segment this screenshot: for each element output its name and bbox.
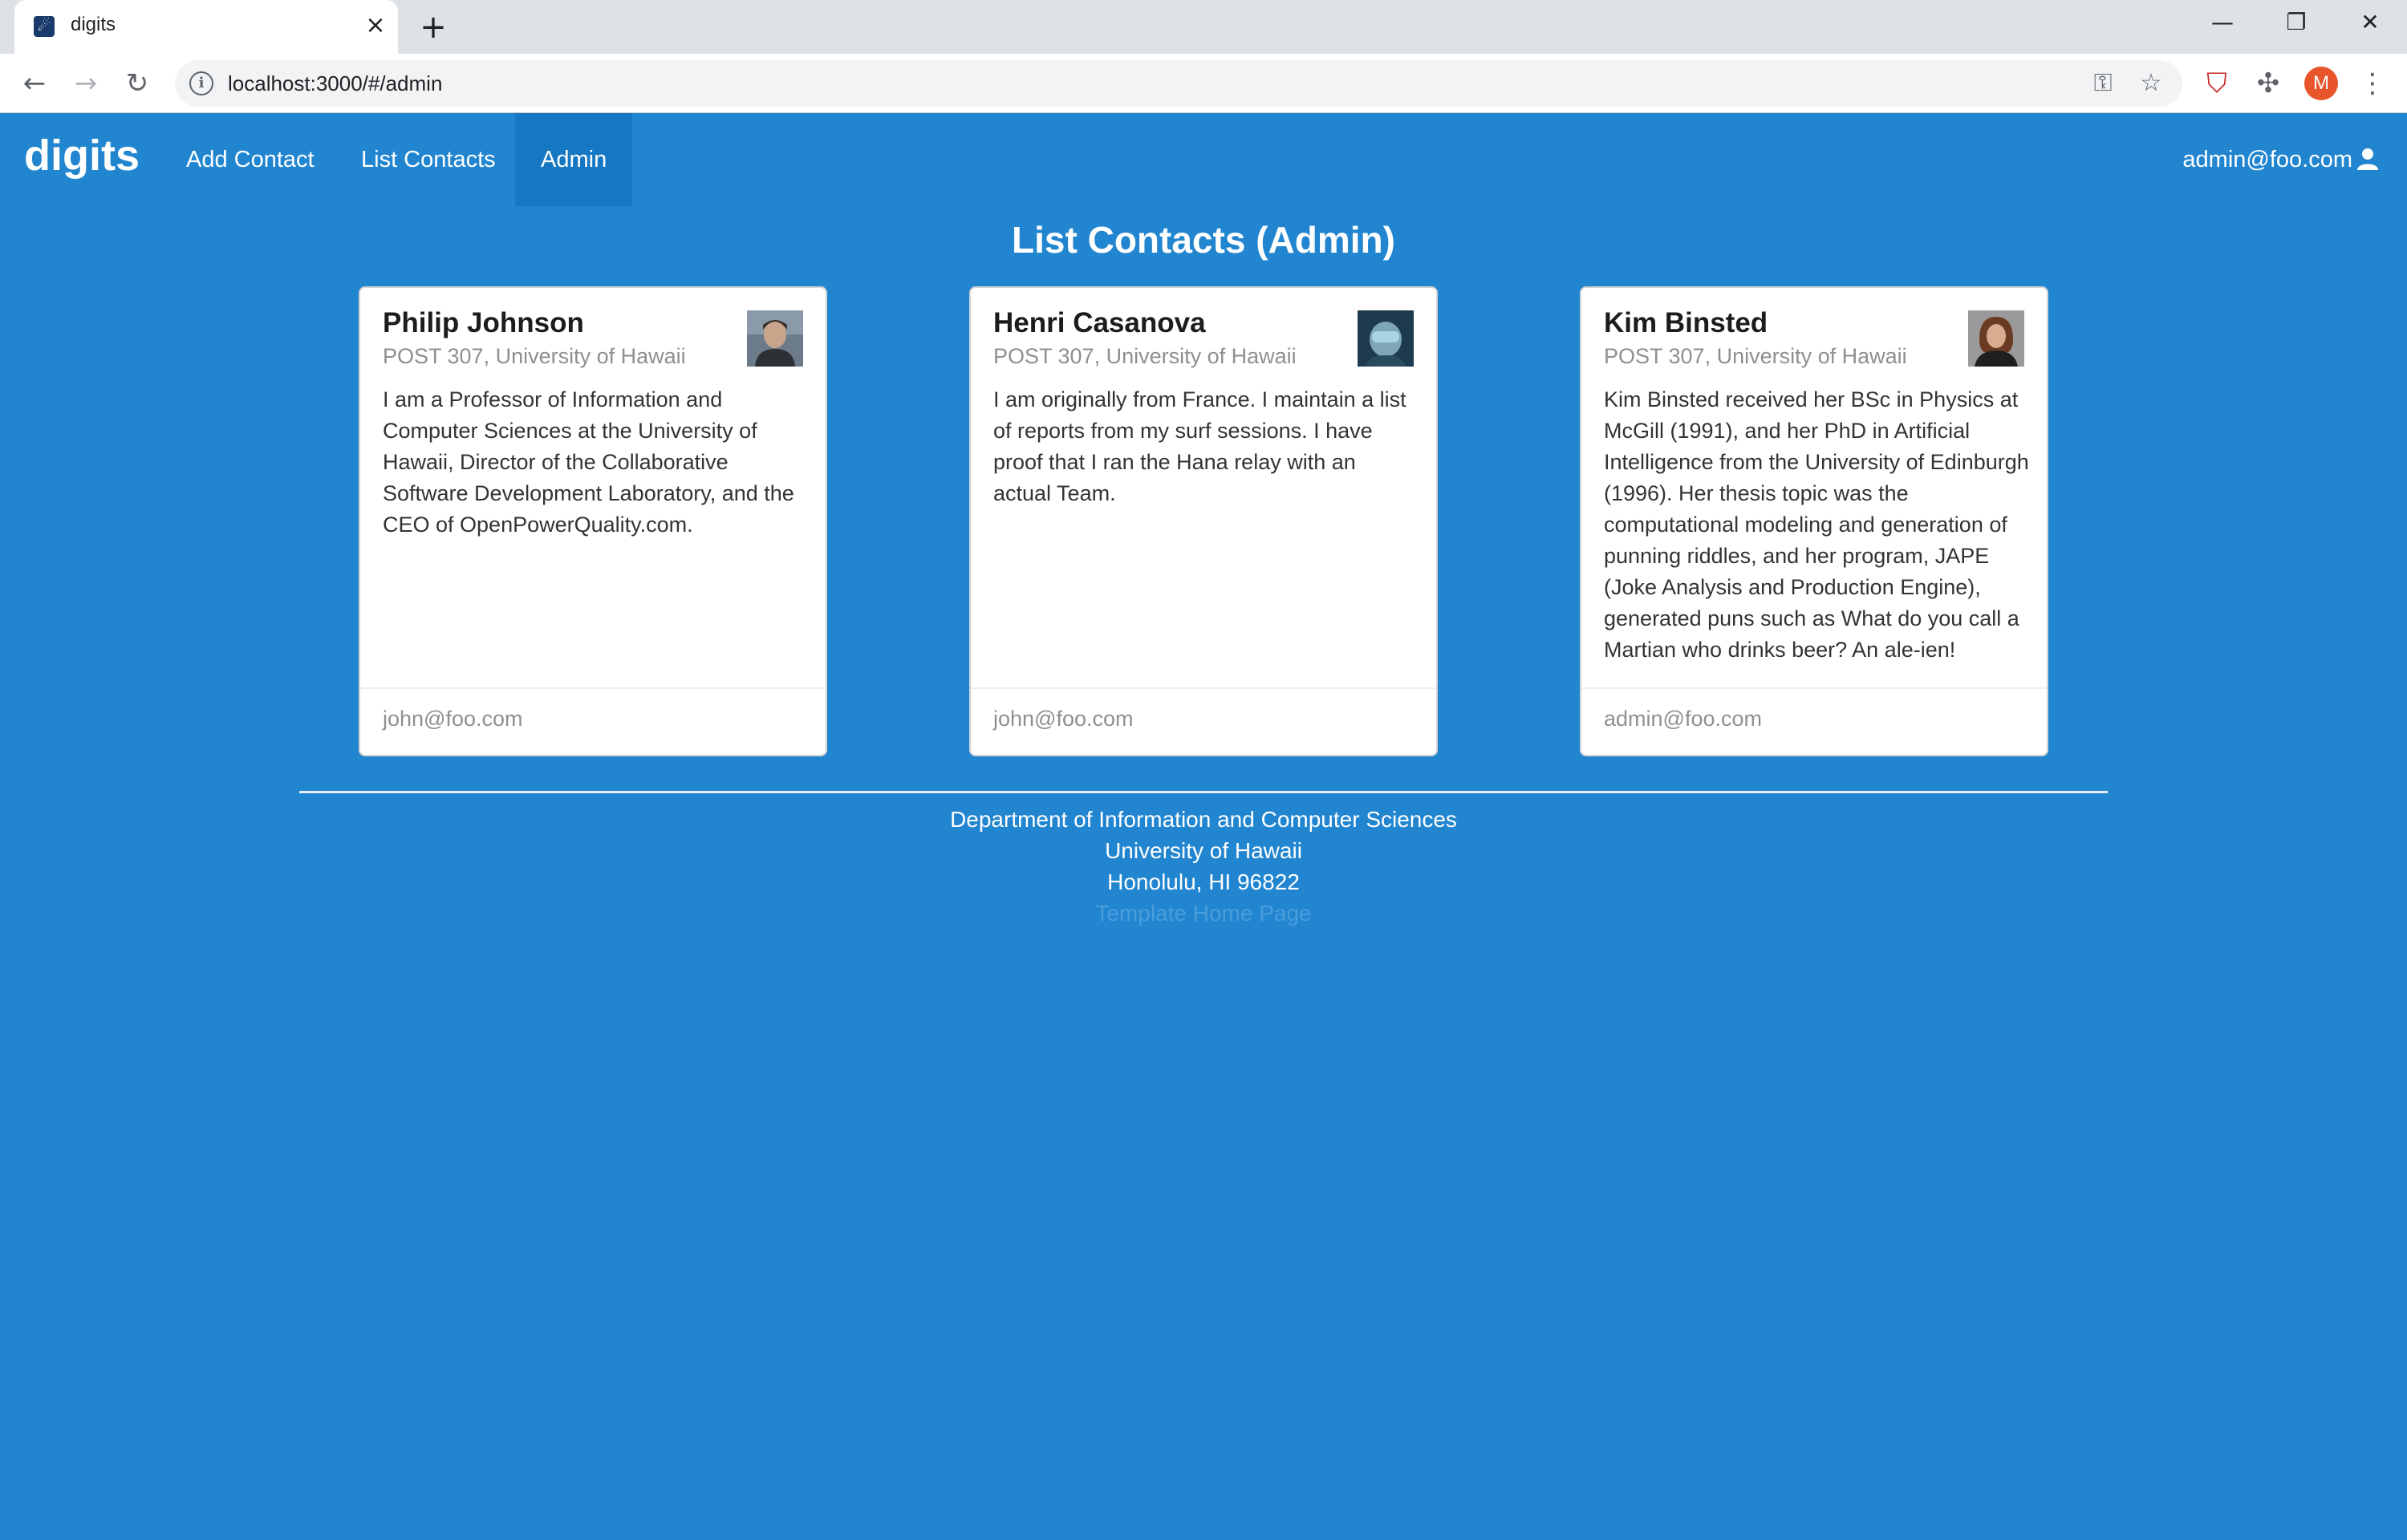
- menu-kebab-icon[interactable]: ⋮: [2354, 65, 2391, 102]
- contact-photo: [1968, 310, 2024, 367]
- url-text[interactable]: localhost:3000/#/admin: [228, 71, 442, 96]
- footer-university: University of Hawaii: [1105, 838, 1302, 863]
- contact-description: Kim Binsted received her BSc in Physics …: [1604, 387, 2029, 662]
- close-tab-icon[interactable]: ×: [359, 10, 392, 42]
- contact-address: POST 307, University of Hawaii: [383, 344, 686, 368]
- contact-name: Kim Binsted: [1604, 307, 1768, 338]
- browser-tab-bar: ☄ digits × + — ❐ ✕: [0, 0, 2407, 54]
- user-email: admin@foo.com: [2182, 147, 2352, 172]
- card-footer: john@foo.com: [360, 687, 826, 755]
- close-window-button[interactable]: ✕: [2348, 5, 2393, 40]
- contact-photo: [1358, 310, 1414, 367]
- footer-address: Honolulu, HI 96822: [1107, 869, 1300, 894]
- browser-toolbar: ← → ↻ i localhost:3000/#/admin ⚿ ☆ ⛉ ✣ M…: [0, 54, 2407, 113]
- page-footer: Department of Information and Computer S…: [0, 804, 2407, 929]
- tab-title: digits: [71, 14, 116, 35]
- restore-button[interactable]: ❐: [2274, 5, 2319, 40]
- contact-card: Henri Casanova POST 307, University of H…: [969, 286, 1438, 756]
- contact-card: Philip Johnson POST 307, University of H…: [359, 286, 827, 756]
- nav-add-contact[interactable]: Add Contact: [160, 113, 340, 206]
- contact-photo: [747, 310, 803, 367]
- card-footer: john@foo.com: [971, 687, 1436, 755]
- contact-owner: john@foo.com: [383, 707, 523, 731]
- star-icon[interactable]: ☆: [2134, 67, 2168, 100]
- user-menu[interactable]: admin@foo.com: [2182, 113, 2380, 206]
- brand-logo[interactable]: digits: [24, 131, 140, 180]
- contact-address: POST 307, University of Hawaii: [993, 344, 1297, 368]
- contact-owner: john@foo.com: [993, 707, 1134, 731]
- contact-address: POST 307, University of Hawaii: [1604, 344, 1907, 368]
- user-icon: [2357, 148, 2378, 171]
- contact-name: Henri Casanova: [993, 307, 1206, 338]
- contact-description: I am originally from France. I maintain …: [993, 387, 1406, 505]
- card-footer: admin@foo.com: [1581, 687, 2047, 755]
- profile-avatar[interactable]: M: [2304, 67, 2338, 100]
- footer-department: Department of Information and Computer S…: [950, 807, 1457, 832]
- extensions-puzzle-icon[interactable]: ✣: [2250, 65, 2287, 102]
- browser-tab[interactable]: ☄ digits ×: [14, 0, 398, 54]
- page-title: List Contacts (Admin): [1012, 219, 1395, 261]
- contact-owner: admin@foo.com: [1604, 707, 1762, 731]
- contact-name: Philip Johnson: [383, 307, 584, 338]
- minimize-button[interactable]: —: [2200, 5, 2245, 40]
- new-tab-button[interactable]: +: [414, 8, 453, 47]
- key-icon[interactable]: ⚿: [2086, 67, 2120, 100]
- contact-description: I am a Professor of Information and Comp…: [383, 387, 794, 537]
- template-home-link[interactable]: Template Home Page: [0, 898, 2407, 929]
- forward-icon[interactable]: →: [67, 65, 104, 102]
- app-navbar: digits Add Contact List Contacts Admin a…: [0, 113, 2407, 206]
- nav-list-contacts[interactable]: List Contacts: [335, 113, 522, 206]
- meteor-icon: ☄: [34, 16, 55, 37]
- contact-card: Kim Binsted POST 307, University of Hawa…: [1580, 286, 2048, 756]
- address-bar[interactable]: i localhost:3000/#/admin ⚿ ☆: [175, 60, 2182, 107]
- nav-admin[interactable]: Admin: [515, 113, 633, 206]
- back-icon[interactable]: ←: [16, 65, 53, 102]
- info-icon[interactable]: i: [189, 71, 213, 95]
- extension-shield-icon[interactable]: ⛉: [2198, 65, 2235, 102]
- reload-icon[interactable]: ↻: [119, 65, 156, 102]
- footer-divider: [299, 791, 2108, 793]
